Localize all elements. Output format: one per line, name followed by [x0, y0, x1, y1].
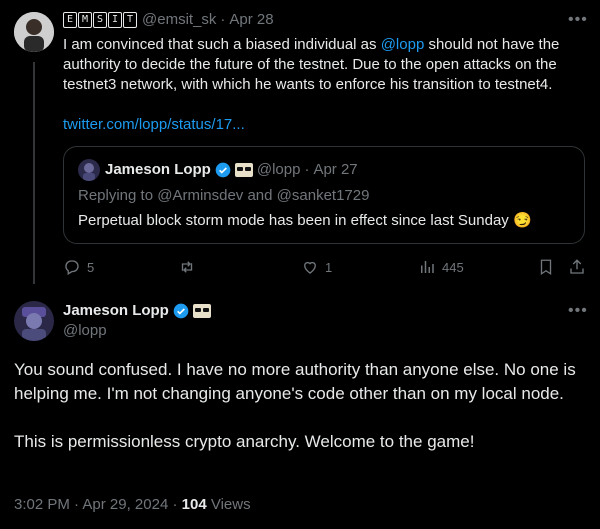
quoted-tweet-card[interactable]: Jameson Lopp @lopp · Apr 27 Replying to …	[63, 146, 585, 244]
name-tile: I	[108, 11, 122, 28]
separator-dot: ·	[172, 496, 182, 513]
name-tile: T	[123, 11, 137, 28]
quoted-author-name: Jameson Lopp	[105, 161, 211, 178]
replying-users[interactable]: @Arminsdev and @sanket1729	[157, 187, 369, 204]
retweet-icon	[181, 261, 193, 273]
reply-icon	[65, 260, 79, 275]
separator-dot: ·	[304, 161, 310, 178]
avatar-emsit[interactable]	[14, 12, 54, 52]
tweet-date[interactable]: Apr 29, 2024	[82, 496, 168, 513]
like-button[interactable]: 1	[301, 258, 332, 276]
reply-count: 5	[87, 259, 95, 275]
tweet-date[interactable]: Apr 28	[229, 11, 273, 28]
sunglasses-icon	[234, 162, 253, 177]
quoted-avatar-image	[78, 159, 100, 181]
separator-dot: ·	[220, 11, 226, 28]
verified-badge-icon	[173, 303, 189, 318]
retweet-button[interactable]	[178, 258, 202, 276]
share-icon	[570, 259, 584, 274]
tweet2-header: Jameson Lopp	[63, 302, 211, 319]
share-button[interactable]	[568, 258, 586, 276]
views-count: 104	[181, 496, 207, 513]
name-tile: S	[93, 11, 107, 28]
tweet-time[interactable]: 3:02 PM	[14, 496, 70, 513]
tweet2-paragraph-2: This is permissionless crypto anarchy. W…	[14, 432, 475, 451]
tweet1-text: I am convinced that such a biased indivi…	[63, 35, 588, 95]
avatar-lopp-image	[14, 301, 54, 341]
tweet1-header: E M S I T @emsit_sk · Apr 28	[63, 11, 274, 28]
mention-link[interactable]: @lopp	[381, 36, 425, 53]
like-count: 1	[325, 259, 333, 275]
bookmark-button[interactable]	[537, 258, 555, 276]
thread-connector	[33, 62, 35, 284]
views-button[interactable]: 445	[418, 258, 464, 276]
bookmark-icon	[540, 259, 552, 276]
replying-to: Replying to @Arminsdev and @sanket1729	[78, 187, 369, 204]
reply-button[interactable]: 5	[63, 258, 94, 276]
verified-badge-icon	[215, 162, 231, 177]
author-handle[interactable]: @emsit_sk	[142, 11, 216, 28]
quoted-header: Jameson Lopp @lopp · Apr 27	[105, 161, 358, 178]
more-icon[interactable]: •••	[568, 11, 588, 29]
avatar-emsit-image	[14, 12, 54, 52]
name-tile: E	[63, 11, 77, 28]
name-tile: M	[78, 11, 92, 28]
author-handle-lopp[interactable]: @lopp	[63, 322, 107, 339]
replying-prefix: Replying to	[78, 187, 158, 204]
views-icon	[421, 261, 434, 273]
views-label: Views	[206, 496, 251, 513]
like-icon	[304, 261, 316, 274]
quoted-author-handle: @lopp	[256, 161, 301, 178]
quoted-text: Perpetual block storm mode has been in e…	[78, 212, 532, 229]
author-name-lopp[interactable]: Jameson Lopp	[63, 302, 169, 319]
tweet1-url-link[interactable]: twitter.com/lopp/status/17...	[63, 116, 245, 133]
views-count: 445	[442, 259, 464, 275]
quoted-date: Apr 27	[313, 161, 358, 178]
tweet1-text-before: I am convinced that such a biased indivi…	[63, 36, 381, 53]
author-name-emsit[interactable]: E M S I T	[63, 11, 138, 28]
avatar-lopp[interactable]	[14, 301, 54, 341]
tweet2-paragraph-1: You sound confused. I have no more autho…	[14, 360, 576, 403]
more-icon[interactable]: •••	[568, 302, 588, 320]
quoted-avatar	[78, 159, 100, 181]
tweet2-text: You sound confused. I have no more autho…	[14, 358, 584, 454]
tweet2-meta: 3:02 PM · Apr 29, 2024 · 104 Views	[14, 496, 251, 513]
sunglasses-icon	[192, 303, 211, 318]
